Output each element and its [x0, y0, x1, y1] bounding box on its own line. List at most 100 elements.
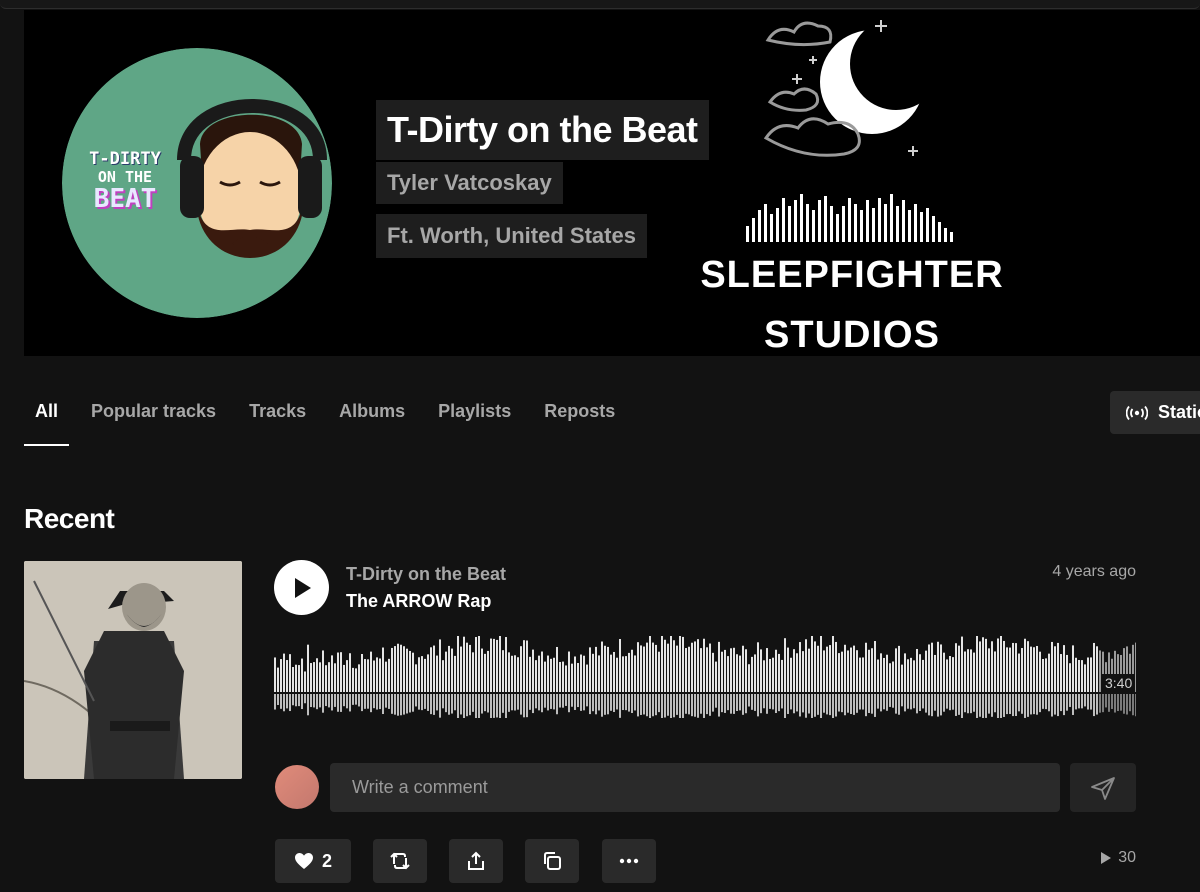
waveform-bar-reflection [922, 694, 924, 709]
waveform-bar-reflection [409, 694, 411, 713]
waveform-bar [376, 657, 378, 692]
waveform-bar-reflection [520, 694, 522, 715]
waveform-bar-reflection [1111, 694, 1113, 709]
waveform-bar [769, 658, 771, 692]
waveform-bar-reflection [571, 694, 573, 707]
waveform-bar-reflection [949, 694, 951, 711]
waveform-bar [715, 661, 717, 692]
waveform-bar [1033, 647, 1035, 692]
repost-button[interactable] [373, 839, 427, 883]
send-comment-button[interactable] [1070, 763, 1136, 812]
play-button[interactable] [274, 560, 329, 615]
waveform-bar-reflection [835, 694, 837, 717]
waveform-bar-reflection [997, 694, 999, 718]
waveform-bar [640, 645, 642, 692]
waveform-bar-reflection [502, 694, 504, 713]
waveform-bar-reflection [826, 694, 828, 715]
waveform-bar [1030, 646, 1032, 692]
waveform-bar-reflection [370, 694, 372, 713]
waveform-bar-reflection [775, 694, 777, 714]
share-button[interactable] [449, 839, 503, 883]
waveform-bar-reflection [688, 694, 690, 715]
waveform-bar-reflection [784, 694, 786, 718]
waveform-bar-reflection [829, 694, 831, 716]
waveform-bar [430, 647, 432, 692]
copy-button[interactable] [525, 839, 579, 883]
tab-playlists[interactable]: Playlists [427, 385, 522, 445]
tab-popular-tracks[interactable]: Popular tracks [80, 385, 227, 445]
waveform-bar [436, 655, 438, 692]
waveform-bar [853, 645, 855, 692]
waveform-bar [571, 663, 573, 692]
studio-logo-line1: SLEEPFIGHTER [700, 254, 1004, 296]
track-artist[interactable]: T-Dirty on the Beat [346, 564, 506, 585]
waveform-bar [607, 646, 609, 692]
waveform-bar-reflection [871, 694, 873, 714]
waveform-bar [460, 646, 462, 692]
tab-albums[interactable]: Albums [328, 385, 416, 445]
waveform-bar [649, 636, 651, 692]
waveform-bar-reflection [976, 694, 978, 718]
waveform-bar-reflection [298, 694, 300, 707]
waveform-bar-reflection [1090, 694, 1092, 710]
waveform-bar [421, 656, 423, 692]
waveform-bar [994, 651, 996, 692]
waveform-bar [799, 642, 801, 692]
track-waveform[interactable] [274, 636, 1136, 718]
waveform-bar [466, 642, 468, 692]
waveform-bar-reflection [319, 694, 321, 708]
track-title[interactable]: The ARROW Rap [346, 591, 491, 612]
waveform-bar-reflection [703, 694, 705, 718]
waveform-bar [292, 667, 294, 692]
waveform-bar-reflection [397, 694, 399, 716]
track-artwork[interactable] [24, 561, 242, 779]
waveform-bar [274, 657, 276, 692]
waveform-bar [592, 653, 594, 692]
waveform-bar [493, 638, 495, 692]
waveform-bar-reflection [901, 694, 903, 707]
waveform-bar [802, 651, 804, 692]
waveform-bar [1048, 653, 1050, 692]
waveform-bar [712, 652, 714, 692]
waveform-bar-reflection [1057, 694, 1059, 717]
waveform-bar [808, 648, 810, 692]
more-button[interactable] [602, 839, 656, 883]
tab-tracks[interactable]: Tracks [238, 385, 317, 445]
station-button[interactable]: Station [1110, 391, 1200, 434]
waveform-bar [778, 653, 780, 692]
tab-reposts[interactable]: Reposts [533, 385, 626, 445]
waveform-bar-reflection [580, 694, 582, 711]
share-icon [468, 851, 484, 870]
comment-input[interactable] [330, 763, 1060, 812]
waveform-bar-reflection [1135, 694, 1136, 717]
waveform-bar-reflection [391, 694, 393, 714]
waveform-bar-reflection [541, 694, 543, 713]
waveform-bar [904, 653, 906, 692]
waveform-bar [325, 665, 327, 692]
waveform-bar [925, 650, 927, 692]
waveform-bar-reflection [736, 694, 738, 712]
waveform-bar [892, 661, 894, 692]
waveform-bar-reflection [418, 694, 420, 710]
waveform-bar-reflection [340, 694, 342, 712]
waveform-bar-reflection [433, 694, 435, 715]
waveform-bar [1072, 645, 1074, 692]
tab-all[interactable]: All [24, 385, 70, 446]
waveform-bar-reflection [478, 694, 480, 718]
waveform-bar [577, 663, 579, 692]
waveform-bar-reflection [760, 694, 762, 714]
waveform-bar-reflection [730, 694, 732, 714]
artist-name: T-Dirty on the Beat [376, 100, 709, 160]
waveform-bar [856, 650, 858, 692]
waveform-bar [304, 671, 306, 692]
waveform-bar [454, 655, 456, 692]
waveform-bar-reflection [1054, 694, 1056, 715]
waveform-bar-reflection [343, 694, 345, 707]
waveform-bar-reflection [685, 694, 687, 714]
waveform-bar [889, 663, 891, 692]
waveform-bar [697, 639, 699, 692]
waveform-bar-reflection [400, 694, 402, 716]
waveform-bar [511, 655, 513, 692]
waveform-bar [1003, 640, 1005, 692]
like-button[interactable]: 2 [275, 839, 351, 883]
